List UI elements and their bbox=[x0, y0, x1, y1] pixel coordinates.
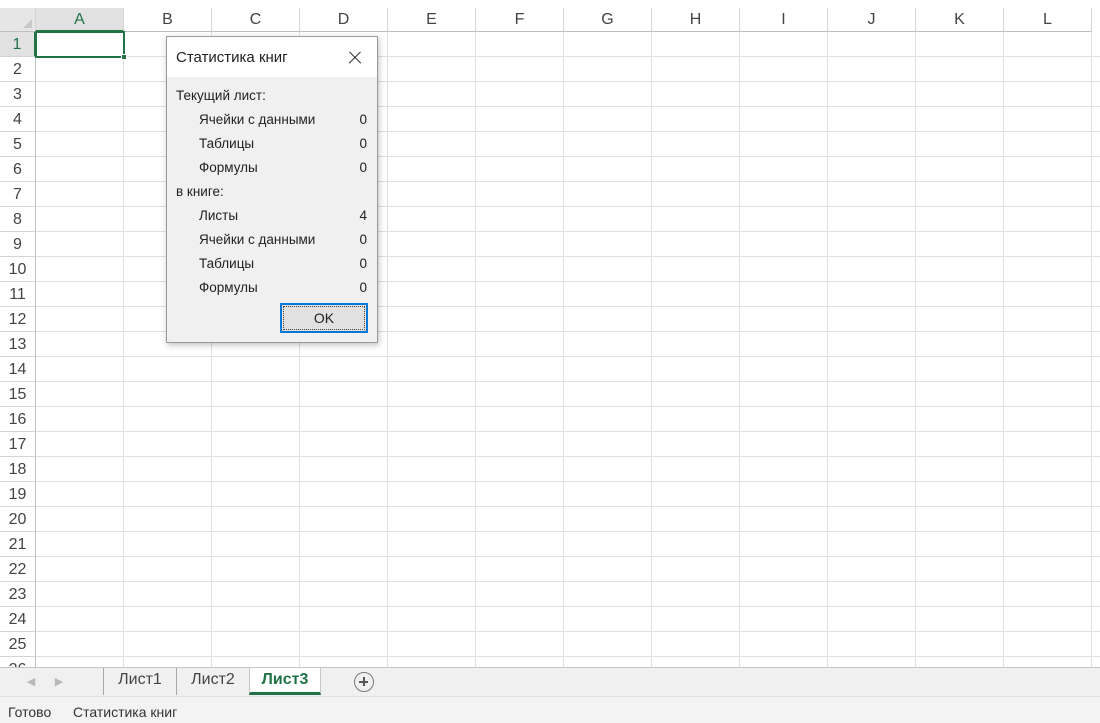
current-sheet-heading: Текущий лист: bbox=[176, 88, 266, 103]
sheet-tab-bar: ◀ ▶ Лист1 Лист2 Лист3 bbox=[0, 667, 1100, 696]
row-header[interactable]: 5 bbox=[0, 132, 36, 157]
column-header[interactable]: K bbox=[916, 8, 1004, 32]
workbook-heading: в книге: bbox=[176, 184, 224, 199]
column-header[interactable]: D bbox=[300, 8, 388, 32]
excel-window: ABCDEFGHIJKL 1 2 3 4 5 6 7 8 9 10 11 12 13 14 15 16 17 18… bbox=[0, 0, 1100, 723]
sheet-stat-label: Ячейки с данными bbox=[199, 112, 316, 127]
column-header[interactable]: F bbox=[476, 8, 564, 32]
row-header[interactable]: 12 bbox=[0, 307, 36, 332]
row-header[interactable]: 10 bbox=[0, 257, 36, 282]
status-bar: Готово Статистика книг bbox=[0, 696, 1100, 723]
column-headers: ABCDEFGHIJKL bbox=[36, 8, 1092, 32]
column-header[interactable]: C bbox=[212, 8, 300, 32]
row-header[interactable]: 20 bbox=[0, 507, 36, 532]
column-header[interactable]: J bbox=[828, 8, 916, 32]
row-header[interactable]: 9 bbox=[0, 232, 36, 257]
book-stat-label: Ячейки с данными bbox=[199, 232, 316, 247]
book-stat-label: Листы bbox=[199, 208, 239, 223]
worksheet-grid: ABCDEFGHIJKL 1 2 3 4 5 6 7 8 9 10 11 12 13 14 15 16 17 18… bbox=[0, 0, 1100, 667]
row-header[interactable]: 4 bbox=[0, 107, 36, 132]
scroll-right-icon[interactable]: ▶ bbox=[52, 675, 66, 689]
status-workbook-statistics[interactable]: Статистика книг bbox=[73, 704, 177, 720]
row-header[interactable]: 16 bbox=[0, 407, 36, 432]
sheet-stat-value: 0 bbox=[359, 160, 367, 175]
column-header[interactable]: E bbox=[388, 8, 476, 32]
sheet-tab-3[interactable]: Лист3 bbox=[249, 668, 321, 695]
column-header[interactable]: I bbox=[740, 8, 828, 32]
row-header[interactable]: 6 bbox=[0, 157, 36, 182]
book-stat-label: Формулы bbox=[199, 280, 258, 295]
fill-handle[interactable] bbox=[121, 54, 127, 60]
sheet-stat-value: 0 bbox=[359, 112, 367, 127]
active-cell[interactable] bbox=[35, 31, 125, 58]
row-header[interactable]: 15 bbox=[0, 382, 36, 407]
row-header[interactable]: 25 bbox=[0, 632, 36, 657]
column-header[interactable]: B bbox=[124, 8, 212, 32]
column-header[interactable]: L bbox=[1004, 8, 1092, 32]
book-stat-value: 4 bbox=[359, 208, 367, 223]
dialog-title: Статистика книг bbox=[176, 49, 288, 66]
column-header[interactable]: H bbox=[652, 8, 740, 32]
column-header[interactable]: G bbox=[564, 8, 652, 32]
row-header[interactable]: 2 bbox=[0, 57, 36, 82]
row-header[interactable]: 26 bbox=[0, 657, 36, 667]
ribbon-edge bbox=[0, 0, 1100, 8]
row-header[interactable]: 18 bbox=[0, 457, 36, 482]
book-stat-value: 0 bbox=[359, 280, 367, 295]
row-header[interactable]: 14 bbox=[0, 357, 36, 382]
row-header[interactable]: 21 bbox=[0, 532, 36, 557]
row-header[interactable]: 3 bbox=[0, 82, 36, 107]
sheet-tab-1[interactable]: Лист1 bbox=[103, 668, 176, 695]
row-header[interactable]: 11 bbox=[0, 282, 36, 307]
row-header[interactable]: 7 bbox=[0, 182, 36, 207]
row-header[interactable]: 1 bbox=[0, 32, 36, 57]
row-header[interactable]: 17 bbox=[0, 432, 36, 457]
sheet-stat-label: Формулы bbox=[199, 160, 258, 175]
row-header[interactable]: 19 bbox=[0, 482, 36, 507]
scroll-left-icon[interactable]: ◀ bbox=[24, 675, 38, 689]
column-header[interactable]: A bbox=[36, 8, 124, 32]
dialog-titlebar: Статистика книг bbox=[167, 37, 377, 77]
book-stat-value: 0 bbox=[359, 232, 367, 247]
ok-button[interactable]: OK bbox=[280, 303, 368, 333]
row-header[interactable]: 13 bbox=[0, 332, 36, 357]
row-header[interactable]: 8 bbox=[0, 207, 36, 232]
sheet-tab-2[interactable]: Лист2 bbox=[176, 668, 249, 695]
plus-circle-icon[interactable] bbox=[354, 672, 374, 692]
workbook-statistics-dialog: Статистика книг Текущий лист: Ячейки с д… bbox=[166, 36, 378, 343]
row-header[interactable]: 24 bbox=[0, 607, 36, 632]
book-stat-label: Таблицы bbox=[199, 256, 255, 271]
select-all-button[interactable] bbox=[0, 8, 36, 32]
sheet-stat-label: Таблицы bbox=[199, 136, 255, 151]
row-headers: 1 2 3 4 5 6 7 8 9 10 11 12 13 14 15 16 17 18 19 20 21 22 23 24 2… bbox=[0, 32, 36, 667]
book-stat-value: 0 bbox=[359, 256, 367, 271]
row-header[interactable]: 23 bbox=[0, 582, 36, 607]
sheet-stat-value: 0 bbox=[359, 136, 367, 151]
row-header[interactable]: 22 bbox=[0, 557, 36, 582]
status-ready: Готово bbox=[8, 704, 52, 720]
close-icon[interactable] bbox=[341, 45, 369, 71]
